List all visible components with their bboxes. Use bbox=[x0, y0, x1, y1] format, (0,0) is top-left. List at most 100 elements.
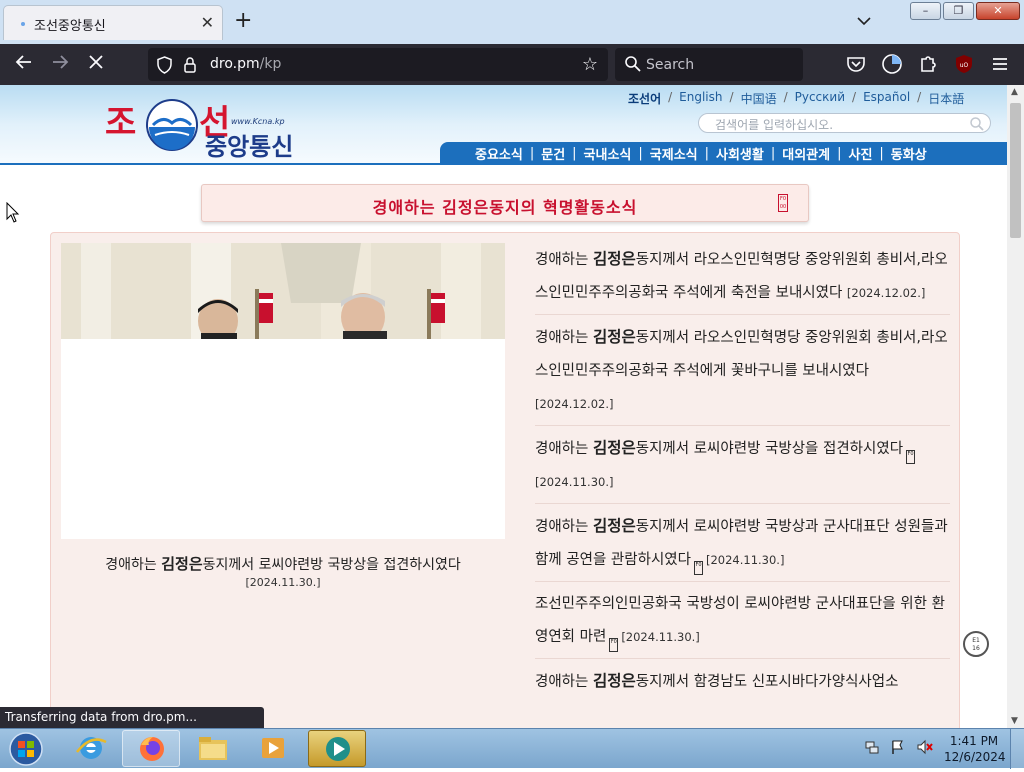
stop-button[interactable] bbox=[84, 53, 108, 77]
tab-title: 조선중앙통신 bbox=[34, 19, 106, 34]
news-item[interactable]: 경애하는 김정은동지께서 로씨야련방 국방상을 접견하시였다 F0 [2024.11… bbox=[535, 426, 950, 504]
list-all-tabs-icon[interactable] bbox=[855, 12, 873, 30]
app-play-icon bbox=[326, 737, 350, 761]
news-item[interactable]: 경애하는 김정은동지께서 로씨야련방 국방상과 군사대표단 성원들과 함께 공연… bbox=[535, 504, 950, 582]
menu-hamburger-icon[interactable] bbox=[989, 53, 1011, 75]
volume-muted-icon[interactable] bbox=[916, 739, 934, 755]
window-controls: – ❐ ✕ bbox=[910, 2, 1020, 22]
lang-english[interactable]: English bbox=[679, 90, 722, 107]
news-panel: 경애하는 김정은동지께서 로씨야련방 국방상을 접견하시였다 [2024.11.… bbox=[50, 232, 960, 728]
arrow-right-icon bbox=[53, 55, 69, 69]
browser-navigation-bar: dro.pm/kp ☆ Search uO bbox=[0, 44, 1024, 85]
news-name: 김정은 bbox=[592, 517, 636, 535]
featured-caption[interactable]: 경애하는 김정은동지께서 로씨야련방 국방상을 접견하시였다 [2024.11.… bbox=[61, 555, 505, 592]
menu-item-videos[interactable]: 동화상 bbox=[891, 144, 927, 163]
section-banner[interactable]: 경애하는 김정은동지의 혁명활동소식 F0 00 bbox=[201, 184, 809, 222]
news-item[interactable]: 조선민주주의인민공화국 국방성이 로씨야련방 군사대표단을 위한 환영연회 마련… bbox=[535, 582, 950, 659]
news-prefix: 경애하는 bbox=[535, 330, 593, 346]
site-search-input[interactable]: 검색어를 입력하십시오. bbox=[698, 113, 991, 133]
scroll-to-top-button[interactable]: E1 16 bbox=[963, 631, 989, 657]
lang-chinese[interactable]: 中国语 bbox=[741, 90, 777, 107]
minimize-button[interactable]: – bbox=[910, 2, 941, 20]
site-header: 조 선 www.Kcna.kp 중앙통신 조선어 / English / 中国语… bbox=[0, 85, 1007, 165]
caption-date: [2024.11.30.] bbox=[245, 576, 321, 589]
taskbar-internet-explorer[interactable] bbox=[62, 730, 120, 767]
logo-subtitle: 중앙통신 bbox=[205, 132, 294, 161]
menu-item-foreign-relations[interactable]: 대외관계 bbox=[782, 144, 830, 163]
news-list: 경애하는 김정은동지께서 라오스인민혁명당 중앙위원회 총비서,라오스인민민주주… bbox=[535, 237, 950, 703]
news-date: [2024.11.30.] bbox=[705, 553, 785, 567]
featured-photo[interactable] bbox=[61, 243, 505, 539]
logo-emblem-icon bbox=[146, 99, 198, 151]
scrollbar-thumb[interactable] bbox=[1010, 103, 1021, 238]
url-text[interactable]: dro.pm/kp bbox=[210, 56, 281, 72]
tab-close-icon[interactable]: ✕ bbox=[201, 13, 214, 32]
missing-glyph-icon: F0 bbox=[609, 638, 619, 652]
internet-explorer-icon bbox=[76, 737, 107, 759]
mouse-cursor-icon bbox=[6, 202, 20, 223]
menu-item-social-life[interactable]: 사회생활 bbox=[716, 144, 764, 163]
lock-icon[interactable] bbox=[183, 56, 197, 74]
search-icon bbox=[625, 56, 641, 72]
scroll-down-arrow-icon[interactable]: ▼ bbox=[1011, 716, 1018, 726]
news-item[interactable]: 경애하는 김정은동지께서 함경남도 신포시바다가양식사업소 bbox=[535, 659, 950, 703]
news-date: [2024.11.30.] bbox=[621, 630, 700, 644]
bookmark-star-icon[interactable]: ☆ bbox=[582, 54, 598, 75]
menu-item-photos[interactable]: 사진 bbox=[848, 144, 872, 163]
forward-button[interactable] bbox=[48, 53, 72, 77]
news-name: 김정은 bbox=[592, 439, 636, 457]
close-window-button[interactable]: ✕ bbox=[976, 2, 1020, 20]
news-prefix: 경애하는 bbox=[535, 674, 593, 690]
news-date: [2024.12.02.] bbox=[846, 286, 926, 300]
news-headline: 동지께서 로씨야련방 국방상을 접견하시였다 bbox=[635, 441, 904, 457]
news-prefix: 경애하는 bbox=[535, 441, 593, 457]
taskbar-firefox[interactable] bbox=[122, 730, 180, 767]
system-clock[interactable]: 1:41 PM 12/6/2024 bbox=[944, 733, 1006, 765]
menu-item-documents[interactable]: 문건 bbox=[541, 144, 565, 163]
network-icon[interactable] bbox=[864, 739, 880, 755]
new-tab-button[interactable]: + bbox=[234, 8, 252, 34]
logo-website: www.Kcna.kp bbox=[231, 117, 285, 126]
menu-item-important[interactable]: 중요소식 bbox=[475, 144, 523, 163]
menu-item-domestic[interactable]: 국내소식 bbox=[584, 144, 632, 163]
missing-glyph-icon: F0 bbox=[693, 561, 703, 575]
logo-char-1: 조 bbox=[105, 103, 139, 143]
web-page: 조 선 www.Kcna.kp 중앙통신 조선어 / English / 中国语… bbox=[0, 85, 1007, 728]
folder-icon bbox=[199, 737, 227, 760]
address-bar[interactable]: dro.pm/kp ☆ bbox=[148, 48, 608, 81]
kcna-logo[interactable]: 조 선 www.Kcna.kp 중앙통신 bbox=[105, 93, 320, 161]
lang-russian[interactable]: Русский bbox=[795, 90, 845, 107]
system-tray bbox=[864, 739, 934, 755]
lang-korean[interactable]: 조선어 bbox=[628, 90, 661, 107]
news-headline: 조선민주주의인민공화국 국방성이 로씨야련방 군사대표단을 위한 환영연회 마련 bbox=[535, 596, 945, 645]
news-item[interactable]: 경애하는 김정은동지께서 라오스인민혁명당 중앙위원회 총비서,라오스인민민주주… bbox=[535, 315, 950, 426]
taskbar-explorer[interactable] bbox=[184, 730, 242, 767]
action-center-flag-icon[interactable] bbox=[890, 739, 906, 755]
browser-tab[interactable]: 조선중앙통신 ✕ bbox=[3, 5, 223, 40]
maximize-button[interactable]: ❐ bbox=[943, 2, 974, 20]
lang-japanese[interactable]: 日本語 bbox=[928, 90, 964, 107]
news-item[interactable]: 경애하는 김정은동지께서 라오스인민혁명당 중앙위원회 총비서,라오스인민민주주… bbox=[535, 237, 950, 315]
menu-item-international[interactable]: 국제소식 bbox=[650, 144, 698, 163]
account-sync-icon[interactable] bbox=[881, 53, 903, 75]
news-headline: 동지께서 함경남도 신포시바다가양식사업소 bbox=[635, 674, 899, 690]
pocket-icon[interactable] bbox=[845, 53, 867, 75]
arrow-left-icon bbox=[15, 55, 31, 69]
scroll-up-arrow-icon[interactable]: ▲ bbox=[1011, 87, 1018, 97]
page-scrollbar[interactable]: ▲ ▼ bbox=[1007, 85, 1024, 728]
status-bar: Transferring data from dro.pm... bbox=[0, 707, 264, 728]
search-icon[interactable] bbox=[969, 116, 985, 132]
tracking-shield-icon[interactable] bbox=[156, 56, 173, 74]
lang-spanish[interactable]: Español bbox=[863, 90, 910, 107]
show-desktop-button[interactable] bbox=[1010, 729, 1024, 769]
browser-search-box[interactable]: Search bbox=[615, 48, 803, 81]
back-button[interactable] bbox=[12, 53, 36, 77]
taskbar-active-app[interactable] bbox=[308, 730, 366, 767]
banner-title: 경애하는 김정은동지의 혁명활동소식 bbox=[372, 198, 638, 217]
caption-name: 김정은 bbox=[161, 555, 203, 573]
loading-indicator-icon bbox=[21, 22, 25, 26]
ublock-origin-icon[interactable]: uO bbox=[953, 53, 975, 75]
taskbar-media-player[interactable] bbox=[244, 730, 302, 767]
extensions-puzzle-icon[interactable] bbox=[917, 53, 939, 75]
start-button[interactable] bbox=[4, 731, 48, 767]
